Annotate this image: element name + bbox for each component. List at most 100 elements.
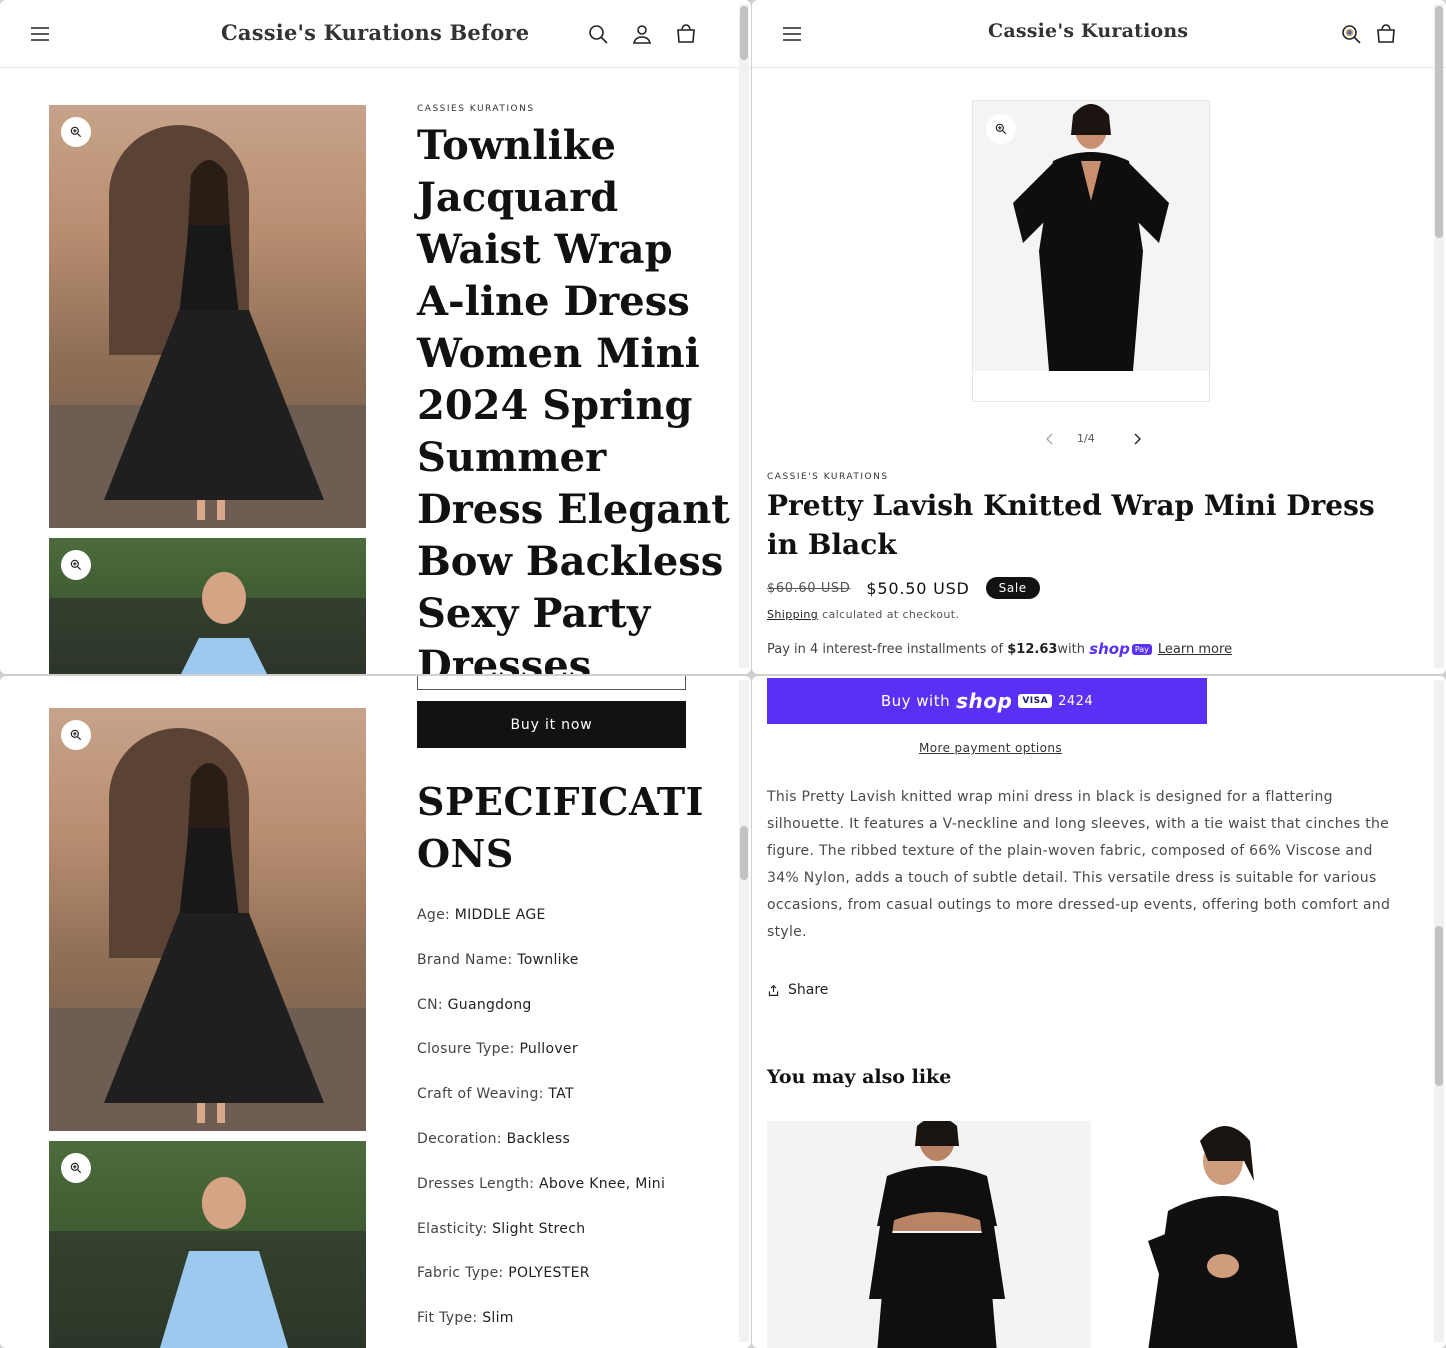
cart-icon[interactable] (674, 22, 698, 46)
spec-label: Age: (417, 907, 455, 923)
spec-value: Slight Strech (492, 1220, 586, 1237)
chevron-right-icon[interactable] (1129, 431, 1145, 447)
spec-label: Fabric Type: (417, 1265, 509, 1282)
product-title-line: Summer (417, 434, 607, 481)
shop-pay-badge: Pay (1131, 643, 1152, 655)
right-store-top-pane: Cassie's Kurations 1/4 CASSIE'S KURATION… (752, 0, 1446, 674)
spec-row: Craft of Weaving: TAT (417, 1086, 574, 1102)
spec-row: Elasticity: Slight Strech (417, 1221, 585, 1237)
product-title-line: Women Mini (417, 330, 700, 377)
cart-icon[interactable] (1374, 22, 1398, 46)
account-icon[interactable] (630, 22, 654, 46)
spec-label: CN: (417, 996, 448, 1013)
zoom-icon[interactable] (61, 1153, 91, 1183)
spec-row: Decoration: Backless (417, 1131, 570, 1147)
spec-row: Fit Type: Slim (417, 1310, 514, 1326)
shipping-link[interactable]: Shipping (767, 608, 818, 621)
add-to-cart-button-edge[interactable] (417, 676, 686, 690)
spec-row: Closure Type: Pullover (417, 1041, 578, 1057)
spec-label: Fit Type: (417, 1310, 483, 1327)
share-icon (768, 984, 779, 996)
right-header: Cassie's Kurations (752, 0, 1446, 68)
spec-row: Dresses Length: Above Knee, Mini (417, 1176, 665, 1192)
price-row: $60.60 USD $50.50 USD Sale (767, 577, 1040, 599)
buy-with-shop-pay-button[interactable]: Buy with shop VISA 2424 (767, 678, 1207, 724)
buy-it-now-button[interactable]: Buy it now (417, 701, 686, 748)
learn-more-link[interactable]: Learn more (1158, 642, 1232, 657)
scrollbar-thumb[interactable] (740, 826, 748, 880)
zoom-icon[interactable] (986, 114, 1016, 144)
store-logo[interactable]: Cassie's Kurations Before (221, 20, 529, 45)
spec-row: Age: MIDDLE AGE (417, 907, 546, 923)
compare-price: $60.60 USD (767, 580, 851, 596)
scrollbar-thumb[interactable] (1435, 926, 1443, 1086)
specifications-heading-line: SPECIFICATI (417, 779, 704, 824)
slider-counter: 1/4 (1077, 432, 1095, 445)
search-icon[interactable] (586, 22, 610, 46)
chevron-left-icon[interactable] (1042, 431, 1058, 447)
product-image-main[interactable] (973, 101, 1209, 371)
shipping-note: Shipping calculated at checkout. (767, 608, 960, 621)
spec-value: Backless (506, 1131, 571, 1147)
spec-value: Above Knee, Mini (539, 1175, 666, 1192)
scrollbar[interactable] (1434, 680, 1444, 1342)
spec-label: Dresses Length: (417, 1175, 540, 1192)
product-title-line: 2024 Spring (417, 382, 693, 429)
search-icon[interactable] (1339, 22, 1363, 46)
zoom-icon[interactable] (61, 720, 91, 750)
scrollbar-thumb[interactable] (1435, 6, 1443, 238)
spec-label: Closure Type: (417, 1041, 520, 1058)
product-vendor: CASSIE'S KURATIONS (767, 472, 889, 482)
product-vendor: CASSIES KURATIONS (417, 104, 535, 114)
menu-icon[interactable] (780, 22, 804, 46)
spec-value: TAT (548, 1086, 574, 1103)
product-title: Townlike Jacquard Waist Wrap A-line Dress Wo… (417, 120, 730, 674)
share-button[interactable]: Share (767, 982, 828, 998)
also-like-heading: You may also like (767, 1066, 952, 1088)
spec-value: Pullover (519, 1041, 578, 1058)
card-last4: 2424 (1058, 693, 1094, 709)
left-store-top-pane: Cassie's Kurations Before CASSIES KURATI… (0, 0, 751, 674)
scrollbar-thumb[interactable] (740, 6, 748, 60)
spec-row: CN: Guangdong (417, 997, 532, 1013)
product-description: This Pretty Lavish knitted wrap mini dre… (767, 789, 1391, 940)
spec-label: Brand Name: (417, 951, 518, 968)
product-image-main[interactable] (49, 105, 366, 528)
zoom-icon[interactable] (61, 550, 91, 580)
product-title-line: Dresses (417, 642, 592, 674)
zoom-icon[interactable] (61, 117, 91, 147)
spec-row: Fabric Type: POLYESTER (417, 1265, 590, 1281)
spec-label: Craft of Weaving: (417, 1086, 549, 1103)
spec-value: POLYESTER (508, 1265, 590, 1282)
right-store-bottom-pane: Buy with shop VISA 2424 More payment opt… (752, 676, 1446, 1348)
sale-badge: Sale (985, 577, 1040, 599)
more-payment-options-link[interactable]: More payment options (919, 741, 1062, 755)
scrollbar[interactable] (739, 4, 749, 668)
product-title: Pretty Lavish Knitted Wrap Mini Dress in… (767, 489, 1375, 561)
spec-row: Brand Name: Townlike (417, 952, 579, 968)
sale-price: $50.50 USD (866, 578, 970, 598)
product-title-line: Jacquard (417, 174, 619, 221)
scrollbar[interactable] (1434, 4, 1444, 668)
store-logo[interactable]: Cassie's Kurations (988, 20, 1188, 42)
product-image-thumb-2[interactable] (49, 538, 366, 674)
spec-value: Guangdong (447, 996, 532, 1013)
product-title-line: Bow Backless (417, 538, 724, 585)
spec-label: Decoration: (417, 1131, 507, 1147)
spec-value: MIDDLE AGE (454, 907, 546, 923)
recommended-product-2[interactable] (1108, 1121, 1322, 1348)
menu-icon[interactable] (28, 22, 52, 46)
shop-pay-logo: shop (1089, 640, 1130, 658)
spec-label: Elasticity: (417, 1220, 493, 1237)
product-image-thumb-2[interactable] (49, 1141, 366, 1348)
recommended-product-1[interactable] (767, 1121, 1091, 1348)
spec-value: Slim (482, 1310, 514, 1327)
specifications-heading: SPECIFICATI ONS (417, 776, 704, 880)
product-image-main[interactable] (49, 708, 366, 1131)
product-title-line: Dress Elegant (417, 486, 730, 533)
left-header: Cassie's Kurations Before (0, 0, 751, 68)
scrollbar[interactable] (739, 680, 749, 1342)
left-store-bottom-pane: Buy it now SPECIFICATI ONS Age: MIDDLE AG… (0, 676, 751, 1348)
specifications-heading-line: ONS (417, 831, 514, 876)
product-title-line: Sexy Party (417, 590, 651, 637)
